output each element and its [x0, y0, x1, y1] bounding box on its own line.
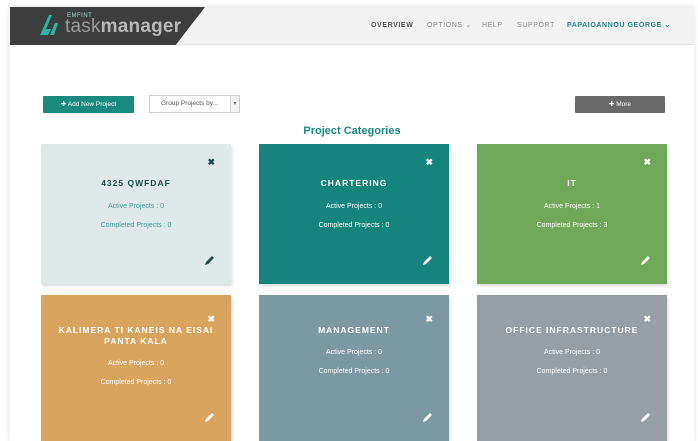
top-navigation-bar: EMFINT taskmanager OVERVIEW OPTIONS ⌄ HE… — [10, 7, 694, 45]
bolt-logo-icon — [40, 15, 58, 35]
active-projects-count: Active Projects : 0 — [543, 349, 601, 356]
pencil-icon[interactable] — [640, 254, 652, 266]
group-projects-select-value: Group Projects by... — [161, 100, 218, 107]
completed-projects-count: Completed Projects : 0 — [536, 368, 608, 375]
pencil-icon[interactable] — [422, 254, 434, 266]
completed-projects-count: Completed Projects : 0 — [100, 379, 172, 386]
pencil-icon[interactable] — [640, 411, 652, 423]
nav-support[interactable]: SUPPORT — [517, 7, 555, 45]
close-icon[interactable]: ✖ — [207, 315, 215, 324]
nav-options-dropdown[interactable]: OPTIONS ⌄ — [427, 7, 472, 45]
active-projects-count: Active Projects : 0 — [107, 360, 165, 367]
close-icon[interactable]: ✖ — [207, 158, 215, 167]
category-card[interactable]: ✖ IT Active Projects : 1 Completed Proje… — [477, 144, 667, 284]
section-title: Project Categories — [303, 125, 401, 137]
nav-overview[interactable]: OVERVIEW — [371, 7, 413, 45]
category-card[interactable]: ✖ KALIMERA TI KANEIS NA EISAI PANTA KALA… — [41, 295, 231, 441]
category-name: OFFICE INFRASTRUCTURE — [505, 325, 639, 335]
add-new-project-button[interactable]: ✚ Add New Project — [43, 96, 134, 113]
category-card[interactable]: ✖ 4325 QWFDAF Active Projects : 0 Comple… — [41, 144, 231, 284]
category-card[interactable]: ✖ MANAGEMENT Active Projects : 0 Complet… — [259, 295, 449, 441]
close-icon[interactable]: ✖ — [643, 158, 651, 167]
close-icon[interactable]: ✖ — [425, 158, 433, 167]
category-card[interactable]: ✖ CHARTERING Active Projects : 0 Complet… — [259, 144, 449, 284]
group-projects-select[interactable]: Group Projects by... ▾ — [149, 95, 240, 113]
active-projects-count: Active Projects : 0 — [325, 349, 383, 356]
logo-wordmark-manager: manager — [100, 16, 182, 37]
completed-projects-count: Completed Projects : 0 — [318, 222, 390, 229]
category-name: 4325 QWFDAF — [101, 178, 171, 188]
category-name: IT — [567, 178, 577, 188]
active-projects-count: Active Projects : 0 — [107, 203, 165, 210]
close-icon[interactable]: ✖ — [425, 315, 433, 324]
nav-help[interactable]: HELP — [482, 7, 503, 45]
category-name: MANAGEMENT — [318, 325, 390, 335]
app-window: EMFINT taskmanager OVERVIEW OPTIONS ⌄ HE… — [10, 7, 694, 441]
completed-projects-count: Completed Projects : 3 — [536, 222, 608, 229]
pencil-icon[interactable] — [422, 411, 434, 423]
completed-projects-count: Completed Projects : 0 — [318, 368, 390, 375]
active-projects-count: Active Projects : 0 — [325, 203, 383, 210]
logo-wordmark: taskmanager — [65, 16, 181, 38]
chevron-down-icon[interactable]: ▾ — [230, 96, 239, 112]
category-name: CHARTERING — [320, 178, 388, 188]
close-icon[interactable]: ✖ — [643, 315, 651, 324]
more-button[interactable]: ✚ More — [575, 96, 665, 113]
logo[interactable]: EMFINT taskmanager — [10, 7, 205, 45]
category-card[interactable]: ✖ OFFICE INFRASTRUCTURE Active Projects … — [477, 295, 667, 441]
active-projects-count: Active Projects : 1 — [543, 203, 601, 210]
category-name: KALIMERA TI KANEIS NA EISAI PANTA KALA — [58, 325, 214, 346]
pencil-icon[interactable] — [204, 411, 216, 423]
completed-projects-count: Completed Projects : 0 — [100, 222, 172, 229]
pencil-icon[interactable] — [204, 254, 216, 266]
user-menu-dropdown[interactable]: PAPAIOANNOU GEORGE ⌄ — [567, 7, 671, 45]
logo-wordmark-task: task — [65, 16, 101, 37]
